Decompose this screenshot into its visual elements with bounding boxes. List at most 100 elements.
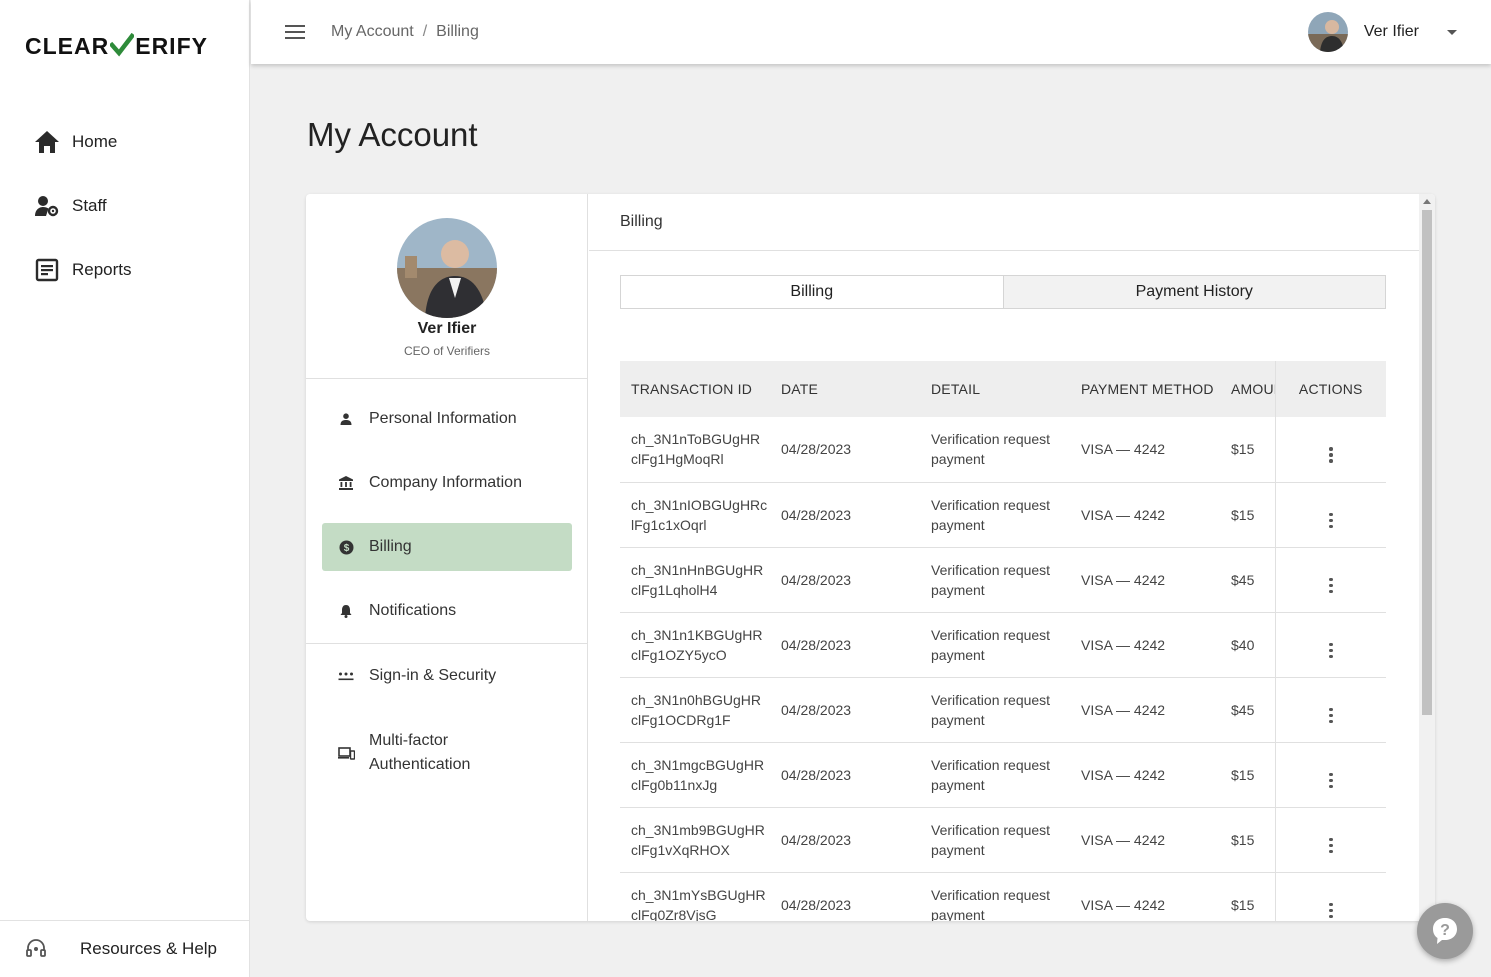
bell-icon — [337, 602, 355, 620]
more-vert-icon[interactable] — [1329, 512, 1333, 528]
headset-icon — [24, 937, 48, 961]
help-button[interactable]: ? — [1417, 903, 1473, 959]
sidebar-item-home[interactable]: Home — [0, 110, 250, 174]
transaction-id-line2: clFg0Zr8VjsG — [631, 906, 717, 922]
cell-actions — [1274, 547, 1386, 613]
transaction-id-line1: ch_3N1nToBGUgHR — [631, 431, 761, 448]
user-menu[interactable]: Ver Ifier — [1307, 12, 1457, 52]
menu-item-notifications[interactable]: Notifications — [306, 579, 588, 643]
tab-billing[interactable]: Billing — [621, 276, 1003, 308]
menu-item-company-information[interactable]: Company Information — [306, 451, 588, 515]
cell-payment-method: VISA — 4242 — [1070, 612, 1220, 678]
sidebar-item-staff[interactable]: Staff — [0, 174, 250, 238]
transactions-table: TRANSACTION ID DATE DETAIL PAYMENT METHO… — [620, 361, 1386, 921]
detail-line1: Verification request — [931, 431, 1051, 448]
scroll-up-arrow-icon[interactable] — [1423, 199, 1431, 204]
cell-amount: $15 — [1220, 742, 1275, 808]
transaction-id-line2: clFg0b11nxJg — [631, 776, 718, 793]
more-vert-icon[interactable] — [1329, 902, 1333, 918]
sidebar-item-reports[interactable]: Reports — [0, 238, 250, 302]
detail-line1: Verification request — [931, 886, 1051, 903]
cell-detail: Verification request payment — [920, 677, 1070, 743]
column-header-payment-method[interactable]: PAYMENT METHOD — [1070, 361, 1220, 417]
scrollbar-thumb[interactable] — [1422, 210, 1432, 715]
top-bar: My Account / Billing Ver Ifier — [251, 0, 1491, 64]
chevron-down-icon — [1447, 29, 1457, 35]
bank-icon — [337, 474, 355, 492]
menu-icon[interactable] — [284, 21, 306, 43]
table-row: ch_3N1mgcBGUgHR clFg0b11nxJg 04/28/2023 Ver… — [620, 742, 1386, 808]
detail-line1: Verification request — [931, 821, 1051, 838]
cell-date: 04/28/2023 — [770, 807, 920, 873]
cell-amount: $15 — [1220, 872, 1275, 921]
transaction-id-line1: ch_3N1n0hBGUgHR — [631, 691, 761, 708]
password-icon — [337, 667, 355, 685]
column-header-transaction-id[interactable]: TRANSACTION ID — [620, 361, 770, 417]
transaction-id-line2: clFg1LqholH4 — [631, 581, 718, 598]
cell-detail: Verification request payment — [920, 742, 1070, 808]
menu-item-label: Personal Information — [369, 410, 517, 427]
menu-item-billing[interactable]: $ Billing — [322, 523, 572, 571]
table-header-row: TRANSACTION ID DATE DETAIL PAYMENT METHO… — [620, 361, 1386, 417]
cell-actions — [1274, 872, 1386, 921]
menu-item-personal-information[interactable]: Personal Information — [306, 387, 588, 451]
detail-line2: payment — [931, 711, 985, 728]
transaction-id-line2: lFg1c1xOqrl — [631, 516, 707, 533]
detail-line1: Verification request — [931, 561, 1051, 578]
transaction-id-line1: ch_3N1nHnBGUgHR — [631, 561, 764, 578]
cell-transaction-id: ch_3N1mYsBGUgHR clFg0Zr8VjsG — [620, 872, 770, 921]
cell-date: 04/28/2023 — [770, 482, 920, 548]
resources-help-link[interactable]: Resources & Help — [0, 920, 250, 977]
cell-payment-method: VISA — 4242 — [1070, 872, 1220, 921]
transaction-id-line1: ch_3N1nIOBGUgHRc — [631, 496, 768, 513]
menu-item-sign-in-security[interactable]: Sign-in & Security — [306, 644, 588, 708]
cell-transaction-id: ch_3N1nHnBGUgHR clFg1LqholH4 — [620, 547, 770, 613]
user-name: Ver Ifier — [1363, 23, 1419, 40]
table-row: ch_3N1nIOBGUgHRc lFg1c1xOqrl 04/28/2023 Ver… — [620, 482, 1386, 548]
detail-line2: payment — [931, 646, 985, 663]
cell-payment-method: VISA — 4242 — [1070, 482, 1220, 548]
cell-actions — [1274, 677, 1386, 743]
column-header-amount[interactable]: AMOUNT — [1220, 361, 1275, 417]
vertical-scrollbar[interactable] — [1419, 194, 1435, 921]
detail-line1: Verification request — [931, 691, 1051, 708]
svg-text:$: $ — [343, 543, 349, 554]
cell-amount: $45 — [1220, 547, 1275, 613]
more-vert-icon[interactable] — [1329, 772, 1333, 788]
cell-detail: Verification request payment — [920, 417, 1070, 483]
reports-icon — [34, 257, 60, 283]
column-header-date[interactable]: DATE — [770, 361, 920, 417]
menu-item-multi-factor-authentication[interactable]: Multi-factor Authentication — [306, 708, 588, 798]
clearverify-logo[interactable]: CLEAR ERIFY — [25, 30, 208, 62]
more-vert-icon[interactable] — [1329, 642, 1333, 658]
sidebar-item-label: Staff — [72, 196, 107, 215]
profile-avatar — [397, 218, 497, 318]
cell-detail: Verification request payment — [920, 807, 1070, 873]
more-vert-icon[interactable] — [1329, 447, 1333, 463]
breadcrumb-billing: Billing — [436, 23, 479, 40]
cell-transaction-id: ch_3N1nIOBGUgHRc lFg1c1xOqrl — [620, 482, 770, 548]
staff-settings-icon — [34, 193, 60, 219]
cell-payment-method: VISA — 4242 — [1070, 547, 1220, 613]
cell-transaction-id: ch_3N1nToBGUgHR clFg1HgMoqRl — [620, 417, 770, 483]
breadcrumb-my-account[interactable]: My Account — [331, 23, 414, 41]
help-symbol: ? — [1440, 922, 1450, 939]
tab-payment-history[interactable]: Payment History — [1002, 276, 1385, 308]
billing-panel: Billing Billing Payment History TRANSACT… — [589, 194, 1419, 921]
more-vert-icon[interactable] — [1329, 707, 1333, 723]
transaction-id-line1: ch_3N1mb9BGUgHR — [631, 821, 765, 838]
more-vert-icon[interactable] — [1329, 837, 1333, 853]
column-header-detail[interactable]: DETAIL — [920, 361, 1070, 417]
cell-detail: Verification request payment — [920, 547, 1070, 613]
more-vert-icon[interactable] — [1329, 577, 1333, 593]
devices-icon — [337, 744, 355, 762]
cell-detail: Verification request payment — [920, 482, 1070, 548]
profile-name: Ver Ifier — [417, 320, 477, 337]
account-menu: Personal Information Company Information… — [306, 387, 588, 798]
section-title: Billing — [589, 194, 1419, 251]
cell-detail: Verification request payment — [920, 612, 1070, 678]
person-icon — [337, 410, 355, 428]
page-title: My Account — [307, 116, 478, 153]
detail-line2: payment — [931, 906, 985, 922]
profile-panel: Ver Ifier CEO of Verifiers Personal Info… — [306, 194, 588, 921]
